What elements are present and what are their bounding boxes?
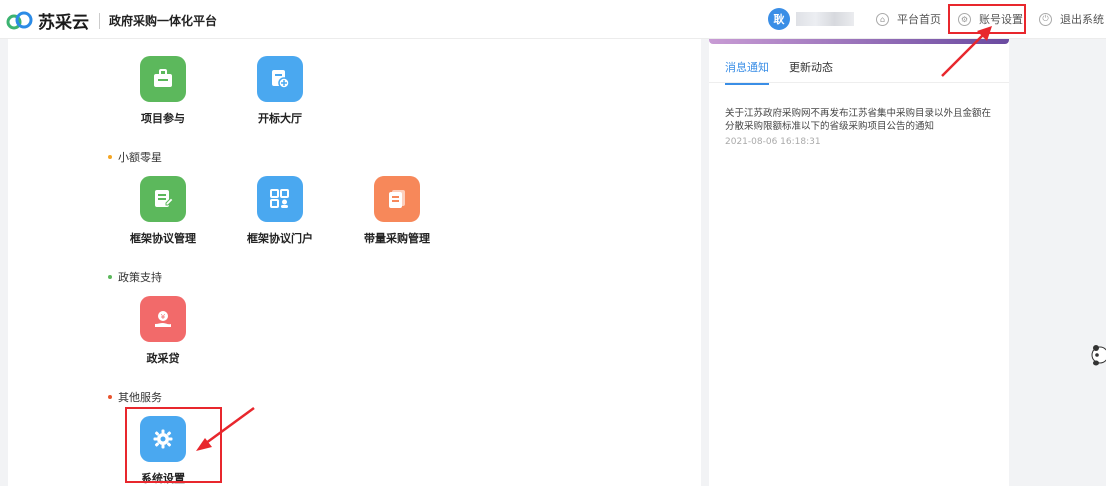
section-other-services: 其他服务 (108, 389, 162, 405)
account-settings-highlight (948, 4, 1026, 34)
system-settings-highlight (125, 407, 222, 483)
section-dot (108, 155, 112, 159)
logout-link[interactable]: ⏻ 退出系统 (1039, 11, 1104, 27)
tile-framework-agreement-portal[interactable]: 框架协议门户 (235, 176, 325, 246)
money-hand-icon: ¥ (140, 296, 186, 342)
logout-label: 退出系统 (1060, 13, 1104, 26)
service-panel: 项目参与 开标大厅 小额零星 框架协议管理 框架协议门户 带量采购管理 政策支持 (8, 39, 701, 486)
tile-government-loan[interactable]: ¥ 政采贷 (118, 296, 208, 366)
section-title: 小额零星 (118, 151, 162, 164)
briefcase-icon (140, 56, 186, 102)
tile-label: 框架协议管理 (130, 232, 196, 245)
home-icon: ⌂ (876, 12, 889, 26)
tab-divider (709, 82, 1009, 83)
notice-item-title[interactable]: 关于江苏政府采购网不再发布江苏省集中采购目录以外且金额在分散采购限额标准以下的省… (725, 107, 1000, 133)
svg-text:¥: ¥ (161, 313, 166, 321)
tile-framework-agreement-mgmt[interactable]: 框架协议管理 (118, 176, 208, 246)
top-header: 苏采云 政府采购一体化平台 耿 ⌂ 平台首页 ⚙ 账号设置 ⏻ 退出系统 (0, 0, 1106, 39)
section-title: 其他服务 (118, 391, 162, 404)
section-policy-support: 政策支持 (108, 269, 162, 285)
logo[interactable]: 苏采云 政府采购一体化平台 (6, 8, 217, 33)
tile-label: 框架协议门户 (247, 232, 313, 245)
tile-label: 开标大厅 (258, 112, 302, 125)
logo-text: 苏采云 (38, 13, 89, 33)
avatar: 耿 (768, 8, 790, 30)
panel-accent-bar (709, 39, 1009, 44)
platform-title: 政府采购一体化平台 (109, 14, 218, 28)
logo-divider (99, 12, 100, 29)
tile-bid-opening-hall[interactable]: 开标大厅 (235, 56, 325, 126)
document-plus-icon (257, 56, 303, 102)
platform-home-link[interactable]: ⌂ 平台首页 (876, 11, 941, 27)
tile-label: 政采贷 (146, 352, 180, 365)
tile-label: 项目参与 (141, 112, 185, 125)
tile-project-participation[interactable]: 项目参与 (118, 56, 208, 126)
platform-home-label: 平台首页 (897, 13, 941, 26)
user-profile[interactable]: 耿 (768, 8, 854, 30)
panda-mascot-icon[interactable] (1090, 342, 1106, 368)
notice-item-time: 2021-08-06 16:18:31 (725, 137, 821, 147)
cloud-logo-icon (6, 10, 36, 32)
section-small-purchase: 小额零星 (108, 149, 162, 165)
section-dot (108, 395, 112, 399)
tile-volume-purchase-mgmt[interactable]: 带量采购管理 (352, 176, 442, 246)
notice-panel: 消息通知 更新动态 关于江苏政府采购网不再发布江苏省集中采购目录以外且金额在分散… (709, 39, 1009, 486)
section-dot (108, 275, 112, 279)
power-icon: ⏻ (1039, 12, 1052, 26)
grid-user-icon (257, 176, 303, 222)
username-blurred (796, 12, 854, 26)
document-edit-icon (140, 176, 186, 222)
tile-label: 带量采购管理 (364, 232, 430, 245)
section-title: 政策支持 (118, 271, 162, 284)
stacked-document-icon (374, 176, 420, 222)
